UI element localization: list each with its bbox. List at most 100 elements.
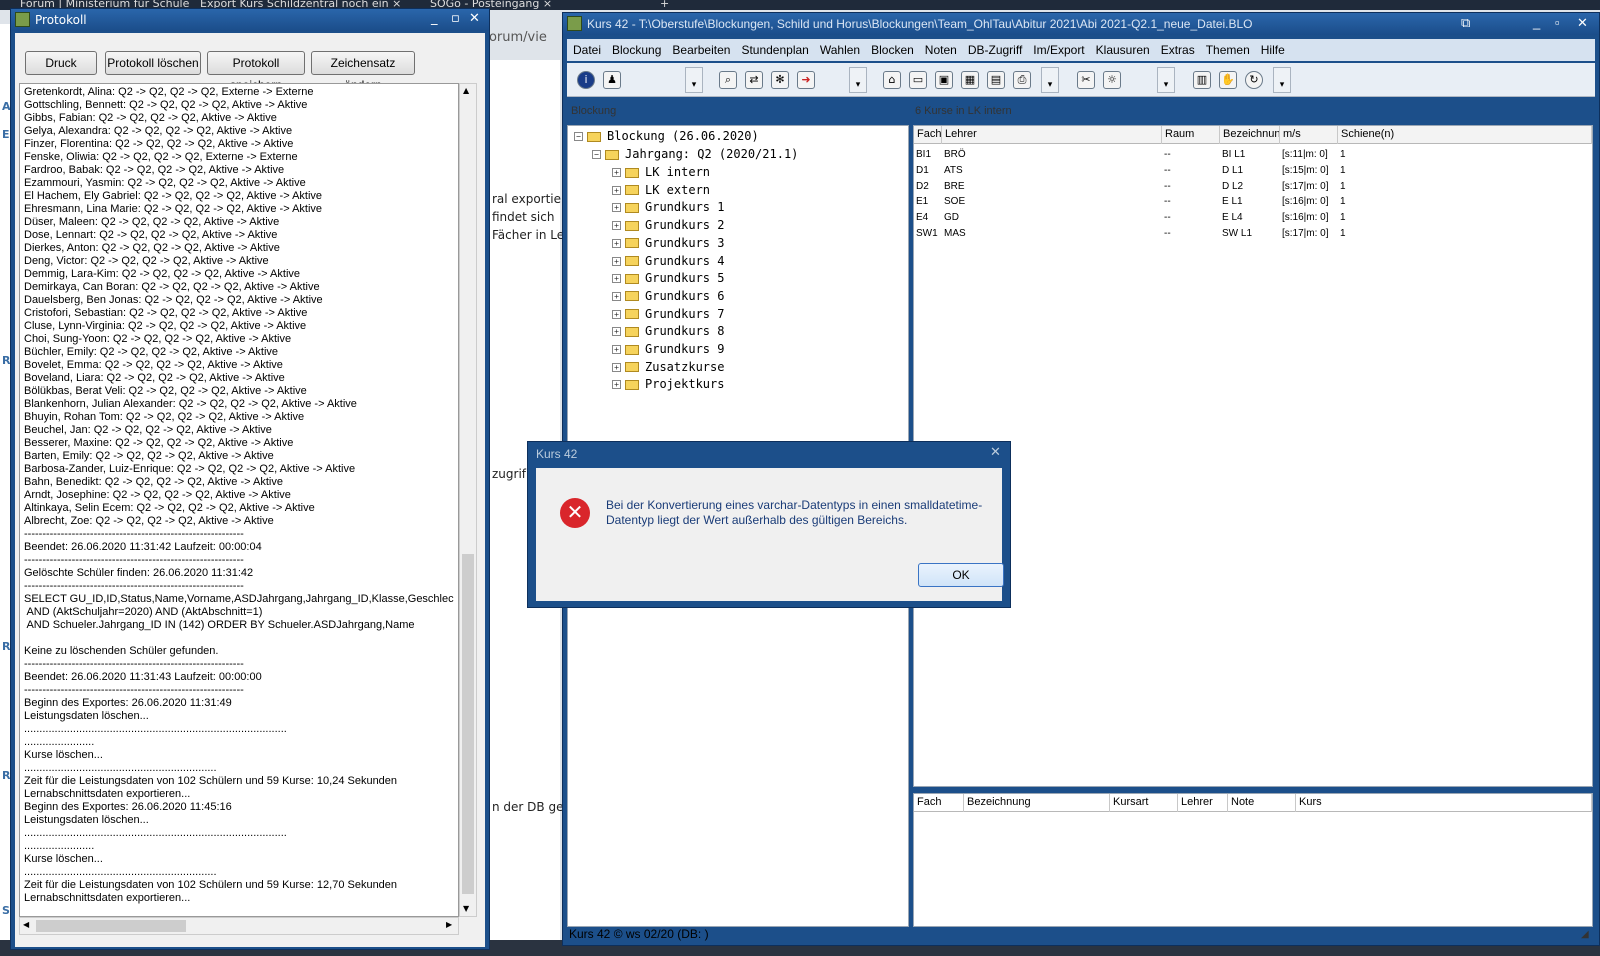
close-icon[interactable]: ✕ bbox=[990, 444, 1001, 460]
wizard-icon[interactable]: ♟ bbox=[603, 71, 621, 89]
open-folder-icon[interactable]: ▭ bbox=[909, 71, 927, 89]
scroll-down-icon[interactable]: ▼ bbox=[463, 904, 469, 913]
menu-item[interactable]: Datei bbox=[567, 39, 606, 61]
info-icon[interactable]: i bbox=[577, 71, 595, 89]
menu-item[interactable]: DB-Zugriff bbox=[962, 39, 1027, 61]
menu-item[interactable]: Extras bbox=[1155, 39, 1200, 61]
maximize-icon[interactable]: ▫ bbox=[1555, 15, 1560, 30]
tree-node[interactable]: + LK extern bbox=[612, 182, 710, 198]
tree-node[interactable]: + Grundkurs 2 bbox=[612, 217, 724, 233]
kurs42-titlebar[interactable]: Kurs 42 - T:\Oberstufe\Blockungen, Schil… bbox=[563, 13, 1599, 35]
building-icon[interactable]: ⌂ bbox=[883, 71, 901, 89]
menu-item[interactable]: Themen bbox=[1200, 39, 1255, 61]
menu-item[interactable]: Bearbeiten bbox=[666, 39, 735, 61]
scroll-thumb[interactable] bbox=[462, 554, 474, 894]
column-header[interactable]: Fach bbox=[914, 126, 942, 144]
expand-icon[interactable]: + bbox=[612, 274, 621, 284]
table-row[interactable]: D1 ATS -- D L1 [s:15|m: 0] 1 bbox=[914, 163, 1592, 178]
protokoll-loeschen-button[interactable]: Protokoll löschen bbox=[105, 51, 201, 75]
expand-icon[interactable]: + bbox=[612, 327, 621, 337]
ok-button[interactable]: OK bbox=[918, 563, 1004, 587]
refresh-icon[interactable]: ↻ bbox=[1245, 71, 1263, 89]
scroll-up-icon[interactable]: ▲ bbox=[463, 86, 469, 95]
druck-button[interactable]: Druck bbox=[25, 51, 97, 75]
tree-jahrgang[interactable]: − Jahrgang: Q2 (2020/21.1) bbox=[592, 146, 798, 162]
menu-item[interactable]: Wahlen bbox=[814, 39, 865, 61]
table-row[interactable]: BI1 BRÖ -- BI L1 [s:11|m: 0] 1 bbox=[914, 147, 1592, 162]
search-icon[interactable]: ⌕ bbox=[719, 71, 737, 89]
expand-icon[interactable]: + bbox=[612, 380, 621, 390]
column-header[interactable]: Note bbox=[1228, 794, 1296, 812]
chevron-down-icon[interactable]: ▾ bbox=[849, 67, 867, 93]
tree-root[interactable]: − Blockung (26.06.2020) bbox=[574, 128, 759, 144]
expand-icon[interactable]: + bbox=[612, 185, 621, 195]
expand-icon[interactable]: + bbox=[612, 345, 621, 354]
table-row[interactable]: E4 GD -- E L4 [s:16|m: 0] 1 bbox=[914, 210, 1592, 225]
expand-icon[interactable]: + bbox=[612, 309, 621, 319]
protokoll-speichern-button[interactable]: Protokoll speichern bbox=[207, 51, 305, 92]
menu-item[interactable]: Noten bbox=[919, 39, 962, 61]
tree-node[interactable]: + Grundkurs 7 bbox=[612, 306, 724, 322]
column-header[interactable]: Lehrer bbox=[942, 126, 1162, 144]
tree-node[interactable]: + Grundkurs 8 bbox=[612, 323, 724, 339]
hscroll-thumb[interactable] bbox=[36, 920, 186, 932]
tools-icon[interactable]: ✻ bbox=[771, 71, 789, 89]
print-preview-icon[interactable]: ▤ bbox=[987, 71, 1005, 89]
expand-icon[interactable]: + bbox=[612, 256, 621, 266]
protokoll-log[interactable]: Gretenkordt, Alina: Q2 -> Q2, Q2 -> Q2, … bbox=[19, 83, 459, 917]
close-icon[interactable]: ✕ bbox=[1577, 15, 1588, 31]
column-header[interactable]: Fach bbox=[914, 794, 964, 812]
column-header[interactable]: Raum bbox=[1162, 126, 1220, 144]
expand-icon[interactable]: + bbox=[612, 221, 621, 231]
zeichensatz-aendern-button[interactable]: Zeichensatz ändern bbox=[311, 51, 415, 92]
vertical-scrollbar[interactable]: ▲ ▼ bbox=[459, 83, 477, 917]
tree-node[interactable]: + Grundkurs 5 bbox=[612, 270, 724, 286]
tree-node[interactable]: + Grundkurs 9 bbox=[612, 341, 724, 357]
table-row[interactable]: D2 BRE -- D L2 [s:17|m: 0] 1 bbox=[914, 179, 1592, 194]
print-icon[interactable]: ⎙ bbox=[1013, 71, 1031, 89]
chevron-down-icon[interactable]: ▾ bbox=[1273, 67, 1291, 93]
collapse-icon[interactable]: − bbox=[574, 132, 583, 141]
tree-node[interactable]: + Zusatzkurse bbox=[612, 359, 724, 375]
export-icon[interactable]: ➜ bbox=[797, 71, 815, 89]
tree-node[interactable]: + Grundkurs 4 bbox=[612, 253, 724, 269]
tree-node[interactable]: + Grundkurs 6 bbox=[612, 288, 724, 304]
column-header[interactable]: Kurs bbox=[1296, 794, 1592, 812]
horizontal-scrollbar[interactable]: ◀ ▶ bbox=[19, 917, 459, 935]
expand-icon[interactable]: + bbox=[612, 168, 621, 177]
protokoll-titlebar[interactable]: Protokoll _ ▫ ✕ bbox=[11, 9, 489, 31]
menu-item[interactable]: Klausuren bbox=[1090, 39, 1155, 61]
tree-node[interactable]: + Grundkurs 3 bbox=[612, 235, 724, 251]
restore-icon[interactable]: ⧉ bbox=[1461, 15, 1470, 31]
menu-item[interactable]: Stundenplan bbox=[735, 39, 813, 61]
new-tab-button[interactable]: + bbox=[660, 0, 680, 10]
chip-icon[interactable]: ▦ bbox=[961, 71, 979, 89]
menu-item[interactable]: Hilfe bbox=[1255, 39, 1290, 61]
column-header[interactable]: m/s bbox=[1280, 126, 1338, 144]
column-header[interactable]: Bezeichnung bbox=[964, 794, 1110, 812]
calculator-icon[interactable]: ▥ bbox=[1193, 71, 1211, 89]
hand-icon[interactable]: ✋ bbox=[1219, 71, 1237, 89]
transfer-icon[interactable]: ⇄ bbox=[745, 71, 763, 89]
close-icon[interactable]: ✕ bbox=[469, 11, 480, 26]
scroll-left-icon[interactable]: ◀ bbox=[23, 920, 29, 929]
expand-icon[interactable]: + bbox=[612, 238, 621, 248]
chevron-down-icon[interactable]: ▾ bbox=[685, 67, 703, 93]
maximize-icon[interactable]: ▫ bbox=[451, 11, 460, 26]
expand-icon[interactable]: + bbox=[612, 291, 621, 301]
certificate-icon[interactable]: ☼ bbox=[1103, 71, 1121, 89]
menu-item[interactable]: Blockung bbox=[606, 39, 666, 61]
minimize-icon[interactable]: _ bbox=[1533, 15, 1540, 30]
expand-icon[interactable]: + bbox=[612, 362, 621, 372]
table-row[interactable]: SW1 MAS -- SW L1 [s:17|m: 0] 1 bbox=[914, 226, 1592, 241]
table-row[interactable]: E1 SOE -- E L1 [s:16|m: 0] 1 bbox=[914, 194, 1592, 209]
column-header[interactable]: Lehrer bbox=[1178, 794, 1228, 812]
chevron-down-icon[interactable]: ▾ bbox=[1041, 67, 1059, 93]
settings-tools-icon[interactable]: ✂ bbox=[1077, 71, 1095, 89]
expand-icon[interactable]: + bbox=[612, 203, 621, 213]
tree-node[interactable]: + LK intern bbox=[612, 164, 710, 180]
collapse-icon[interactable]: − bbox=[592, 150, 601, 159]
dialog-titlebar[interactable]: Kurs 42 ✕ bbox=[528, 442, 1010, 466]
column-header[interactable]: Schiene(n) bbox=[1338, 126, 1592, 144]
menu-item[interactable]: Blocken bbox=[865, 39, 919, 61]
